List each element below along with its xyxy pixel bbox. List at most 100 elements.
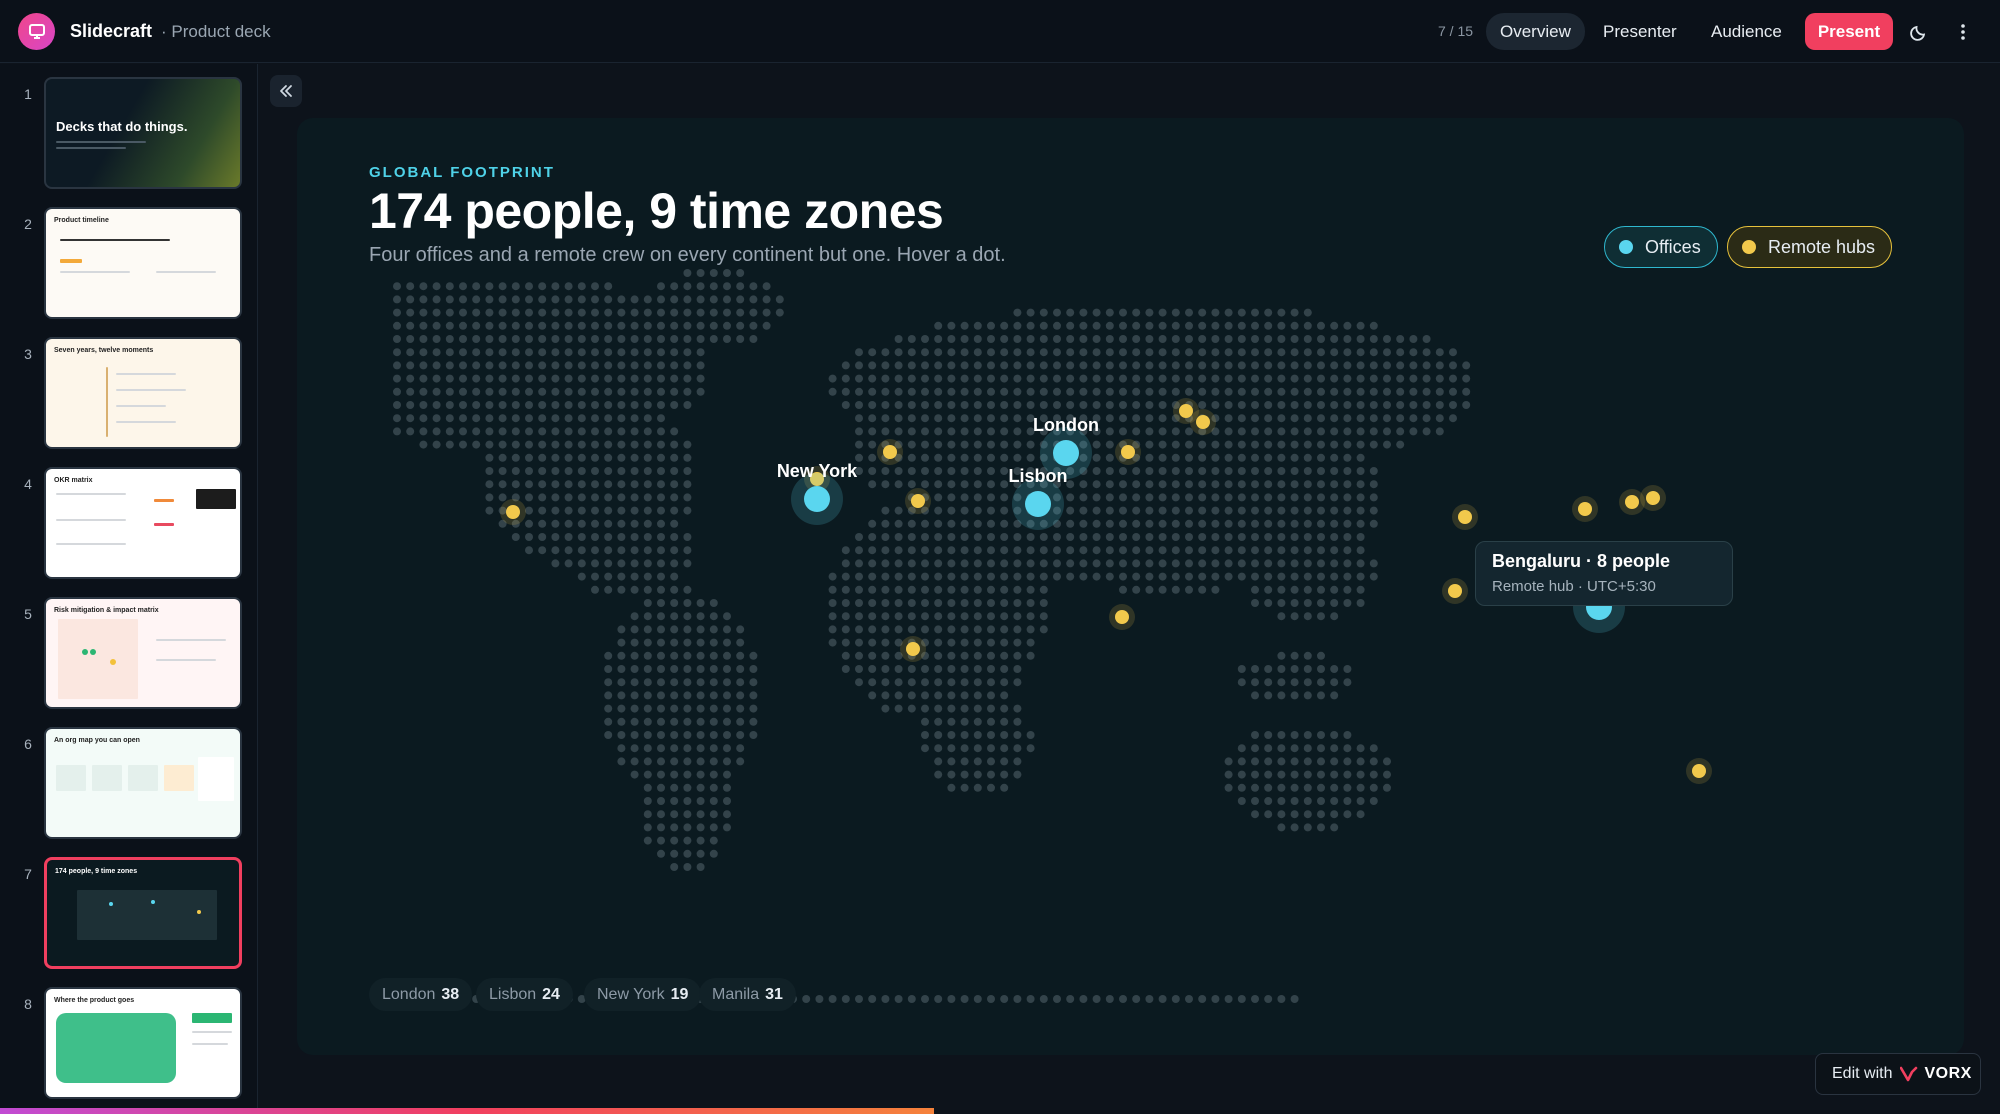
map-land-dot: [525, 374, 533, 383]
map-land-dot: [525, 414, 533, 423]
map-land-dot: [934, 506, 943, 515]
map-land-dot: [1119, 493, 1127, 502]
map-land-dot: [1158, 401, 1167, 409]
map-land-dot: [643, 810, 652, 819]
remote-hub-marker[interactable]: [906, 642, 920, 656]
remote-hub-marker[interactable]: [1646, 491, 1660, 505]
edit-with-vorx-button[interactable]: Edit with VORX: [1815, 1053, 1981, 1095]
map-land-dot: [1290, 467, 1299, 475]
map-land-dot: [841, 638, 850, 647]
slide-thumbnail-5[interactable]: 5 Risk mitigation & impact matrix: [0, 584, 258, 709]
map-land-dot: [1039, 321, 1048, 330]
map-land-dot: [987, 625, 995, 634]
remote-hub-marker[interactable]: [1196, 415, 1210, 429]
map-land-dot: [591, 427, 599, 436]
map-land-dot: [485, 453, 494, 462]
tab-presenter[interactable]: Presenter: [1589, 13, 1691, 50]
map-land-dot: [855, 665, 863, 673]
stat-chip-lisbon[interactable]: Lisbon 24: [476, 978, 573, 1011]
remote-hub-marker[interactable]: [506, 505, 520, 519]
map-land-dot: [934, 995, 943, 1003]
map-land-dot: [683, 651, 692, 660]
map-land-dot: [1264, 374, 1273, 383]
map-land-dot: [709, 849, 718, 858]
map-land-dot: [894, 374, 903, 383]
map-land-dot: [1435, 387, 1444, 396]
map-land-dot: [1356, 387, 1365, 396]
more-vertical-icon[interactable]: [1948, 17, 1978, 47]
slide-thumbnail-7[interactable]: 7 174 people, 9 time zones: [0, 844, 258, 969]
slide-thumbnail-3[interactable]: 3 Seven years, twelve moments: [0, 324, 258, 449]
slide-thumbnail-2[interactable]: 2 Product timeline: [0, 194, 258, 319]
map-land-dot: [459, 308, 467, 317]
remote-hub-marker[interactable]: [1578, 502, 1592, 516]
map-land-dot: [1224, 546, 1233, 555]
office-marker[interactable]: [1053, 440, 1079, 466]
map-land-dot: [1264, 995, 1273, 1003]
map-land-dot: [445, 414, 454, 423]
map-land-dot: [1119, 467, 1127, 475]
map-land-dot: [643, 599, 652, 607]
remote-hub-marker[interactable]: [883, 445, 897, 459]
map-land-dot: [709, 269, 718, 277]
map-land-dot: [855, 612, 863, 621]
slide-thumbnail-8[interactable]: 8 Where the product goes: [0, 974, 258, 1099]
map-land-dot: [1422, 348, 1431, 357]
map-land-dot: [1039, 308, 1048, 317]
map-land-dot: [1171, 387, 1180, 396]
map-land-dot: [1251, 678, 1259, 687]
stat-chip-new-york[interactable]: New York 19: [584, 978, 702, 1011]
map-land-dot: [617, 559, 626, 568]
map-land-dot: [1251, 374, 1259, 383]
map-land-dot: [1290, 308, 1299, 317]
legend-offices[interactable]: Offices: [1604, 226, 1718, 268]
office-marker[interactable]: [804, 486, 830, 512]
slide-thumbnail-4[interactable]: 4 OKR matrix: [0, 454, 258, 579]
map-land-dot: [907, 678, 916, 687]
map-land-dot: [670, 321, 679, 330]
map-land-dot: [657, 559, 665, 568]
stat-chip-london[interactable]: London 38: [369, 978, 473, 1011]
remote-hub-marker[interactable]: [1115, 610, 1129, 624]
map-land-dot: [1383, 770, 1391, 779]
map-land-dot: [432, 348, 441, 357]
remote-hub-marker[interactable]: [1625, 495, 1639, 509]
map-land-dot: [643, 546, 652, 555]
map-land-dot: [1066, 572, 1075, 581]
remote-hub-marker[interactable]: [1179, 404, 1193, 418]
moon-icon[interactable]: [1904, 17, 1934, 47]
map-land-dot: [657, 757, 665, 766]
thumbnail-preview: OKR matrix: [44, 467, 242, 579]
remote-hub-marker[interactable]: [1448, 584, 1462, 598]
map-land-dot: [947, 625, 956, 634]
remote-hub-marker[interactable]: [1458, 510, 1472, 524]
map-land-dot: [1224, 427, 1233, 436]
map-land-dot: [683, 308, 692, 317]
remote-hub-marker[interactable]: [1121, 445, 1135, 459]
map-land-dot: [630, 467, 639, 475]
slide-thumbnail-6[interactable]: 6 An org map you can open: [0, 714, 258, 839]
tab-audience[interactable]: Audience: [1697, 13, 1796, 50]
map-land-dot: [894, 506, 903, 515]
slide-thumbnail-1[interactable]: 1 Decks that do things.: [0, 64, 258, 189]
map-land-dot: [591, 533, 599, 541]
map-land-dot: [894, 559, 903, 568]
map-land-dot: [1343, 797, 1352, 805]
collapse-left-icon[interactable]: [270, 75, 302, 107]
map-land-dot: [1277, 335, 1286, 343]
legend-remote-hubs[interactable]: Remote hubs: [1727, 226, 1893, 268]
map-land-dot: [894, 361, 903, 370]
map-land-dot: [604, 480, 613, 489]
office-marker[interactable]: [1025, 491, 1051, 517]
map-land-dot: [538, 361, 547, 370]
map-land-dot: [907, 625, 916, 634]
present-button[interactable]: Present: [1805, 13, 1893, 50]
map-land-dot: [1026, 546, 1035, 555]
presentation-logo-icon[interactable]: [18, 13, 55, 50]
stat-city: London: [382, 985, 436, 1003]
remote-hub-marker[interactable]: [1692, 764, 1706, 778]
remote-hub-marker[interactable]: [911, 494, 925, 508]
tab-overview[interactable]: Overview: [1486, 13, 1585, 50]
map-land-dot: [1158, 506, 1167, 515]
stat-chip-manila[interactable]: Manila 31: [699, 978, 796, 1011]
